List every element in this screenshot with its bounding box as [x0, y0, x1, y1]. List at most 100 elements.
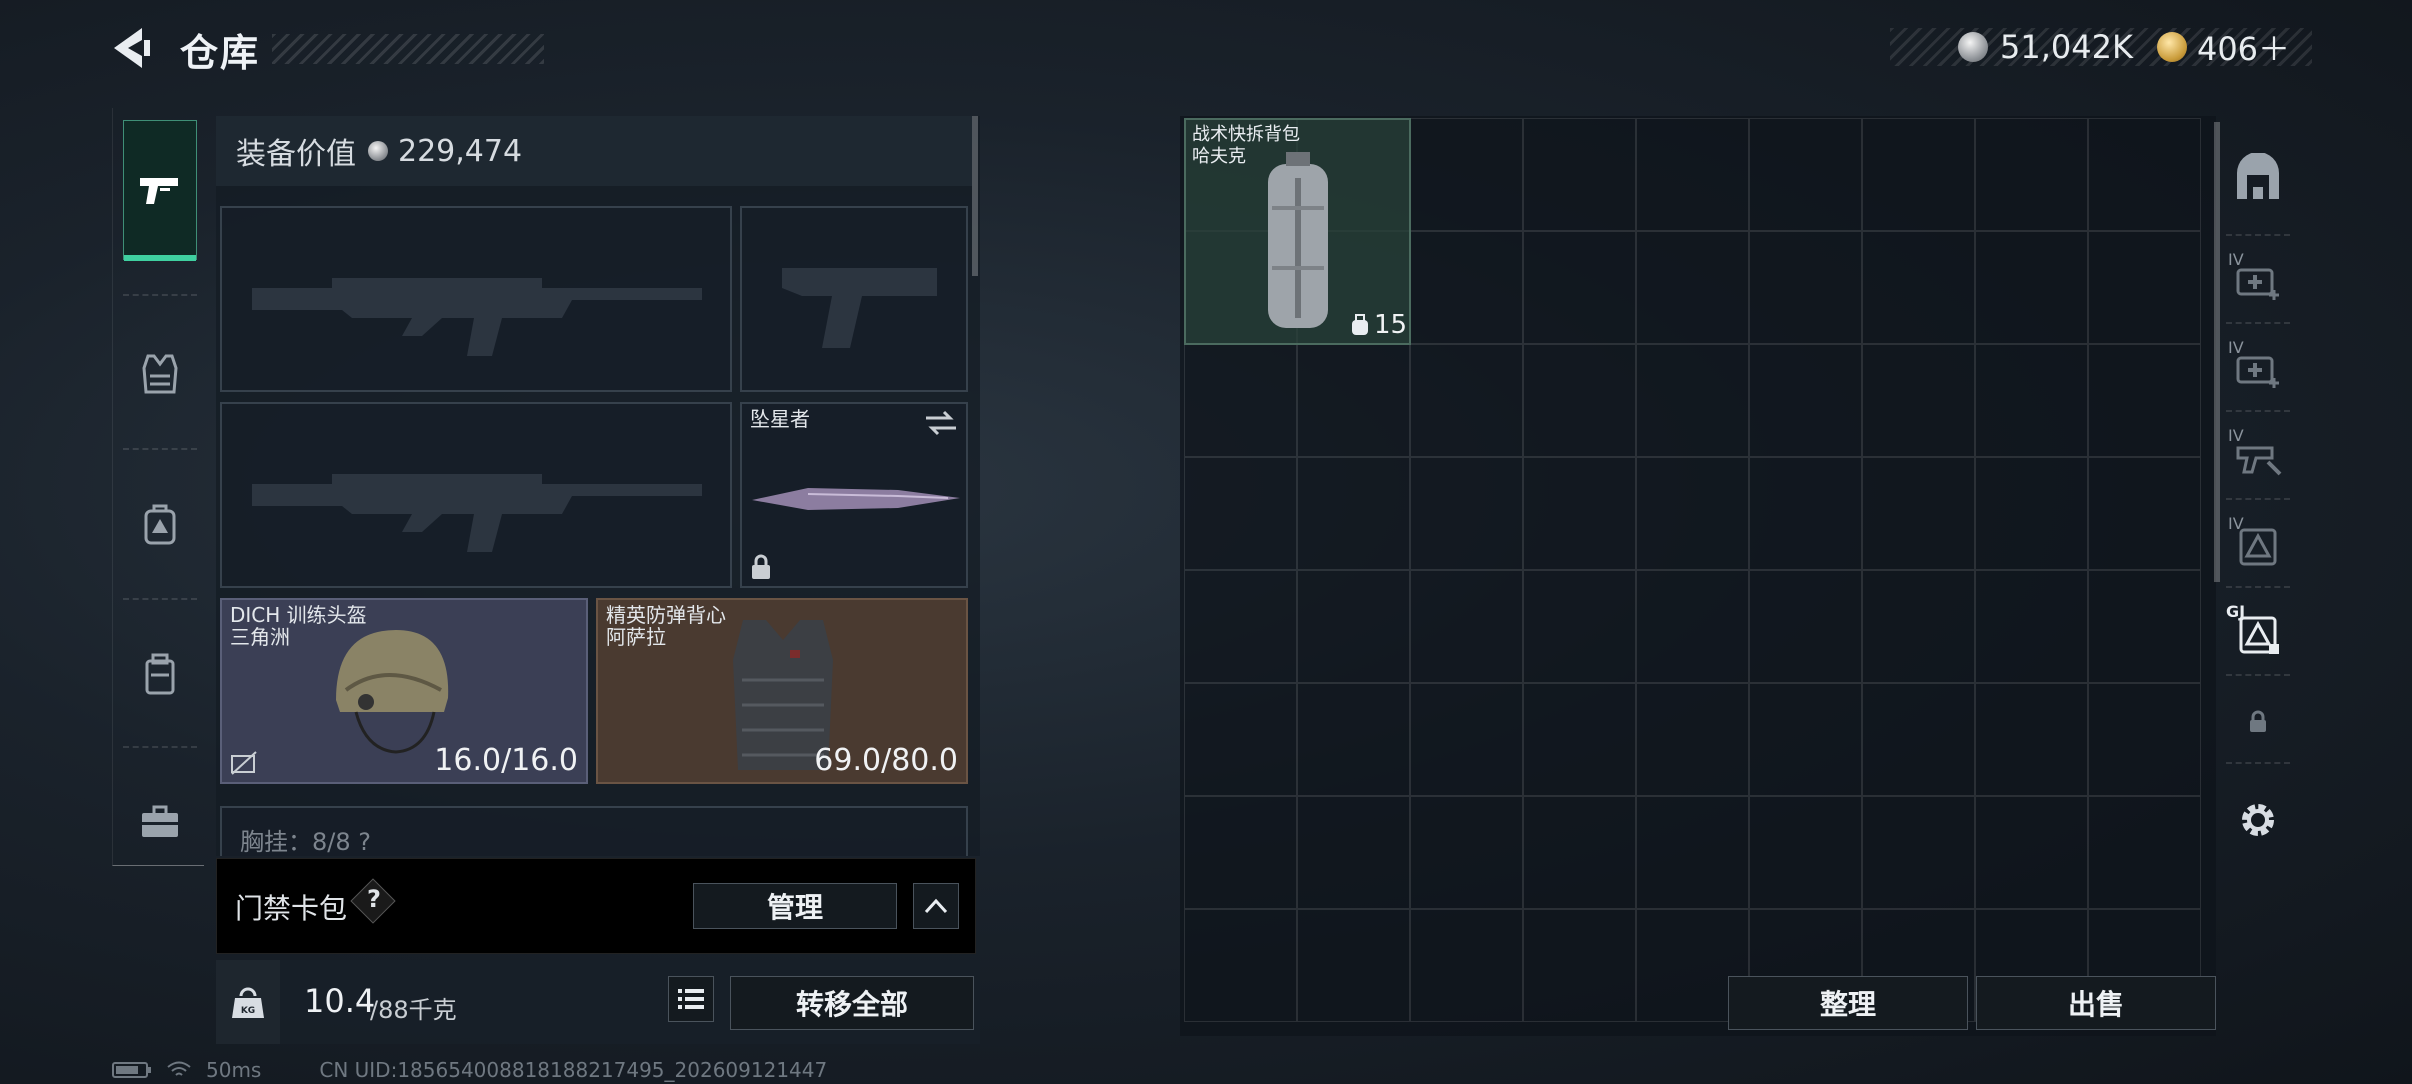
- grid-cell[interactable]: [1523, 796, 1636, 909]
- backpack-panel: 战术快拆背包 哈夫克 15 整理 出售: [1180, 116, 2216, 1036]
- grid-cell[interactable]: [2088, 344, 2201, 457]
- grid-cell[interactable]: [1523, 344, 1636, 457]
- scrollbar[interactable]: [972, 116, 978, 276]
- grid-cell[interactable]: [2088, 457, 2201, 570]
- rail-divider: [2226, 322, 2290, 324]
- grid-cell[interactable]: [1749, 118, 1862, 231]
- chest-rig-slot[interactable]: 胸挂：8/8 ?: [220, 806, 968, 856]
- grid-cell[interactable]: [1636, 683, 1749, 796]
- grid-cell[interactable]: [1862, 344, 1975, 457]
- grid-cell[interactable]: [1975, 457, 2088, 570]
- grid-cell[interactable]: [1297, 457, 1410, 570]
- grid-cell[interactable]: [1297, 570, 1410, 683]
- grid-cell[interactable]: [1975, 118, 2088, 231]
- grid-cell[interactable]: [1523, 231, 1636, 344]
- rifle-silhouette-icon: [252, 278, 702, 356]
- grid-cell[interactable]: [1636, 457, 1749, 570]
- grid-cell[interactable]: [1184, 909, 1297, 1022]
- rail-item-backpack[interactable]: [123, 454, 197, 594]
- backpack-item[interactable]: 战术快拆背包 哈夫克 15: [1184, 118, 1411, 345]
- grid-cell[interactable]: [1636, 796, 1749, 909]
- grid-cell[interactable]: [1636, 231, 1749, 344]
- grid-cell[interactable]: [1636, 344, 1749, 457]
- swap-icon[interactable]: [924, 410, 958, 436]
- collapse-button[interactable]: [913, 883, 959, 929]
- grid-cell[interactable]: [2088, 683, 2201, 796]
- grid-cell[interactable]: [1297, 683, 1410, 796]
- grid-cell[interactable]: [1184, 457, 1297, 570]
- rail-item-weapons[interactable]: [123, 120, 197, 261]
- list-view-button[interactable]: [668, 976, 714, 1022]
- grid-cell[interactable]: [1862, 118, 1975, 231]
- manage-button[interactable]: 管理: [693, 883, 897, 929]
- rail-stash[interactable]: [2212, 138, 2304, 218]
- grid-cell[interactable]: [2088, 118, 2201, 231]
- grid-cell[interactable]: [1975, 683, 2088, 796]
- sort-button[interactable]: 整理: [1728, 976, 1968, 1030]
- vest-icon: [142, 354, 178, 394]
- grid-cell[interactable]: [1636, 118, 1749, 231]
- grid-cell[interactable]: [1862, 683, 1975, 796]
- rail-item-pouch[interactable]: [123, 604, 197, 744]
- grid-cell[interactable]: [1749, 344, 1862, 457]
- grid-cell[interactable]: [1184, 796, 1297, 909]
- svg-text:KG: KG: [241, 1006, 255, 1016]
- grid-cell[interactable]: [1749, 570, 1862, 683]
- primary-weapon-slot-1[interactable]: [220, 206, 732, 392]
- grid-cell[interactable]: [1862, 231, 1975, 344]
- back-button[interactable]: [110, 26, 160, 70]
- rail-divider: [2226, 586, 2290, 588]
- grid-cell[interactable]: [1749, 231, 1862, 344]
- rail-item-vest[interactable]: [123, 304, 197, 444]
- grid-cell[interactable]: [1523, 118, 1636, 231]
- grid-cell[interactable]: [1410, 570, 1523, 683]
- rail-armor-repair[interactable]: IV: [2212, 506, 2304, 586]
- grid-cell[interactable]: [1749, 796, 1862, 909]
- grid-cell[interactable]: [2088, 231, 2201, 344]
- grid-cell[interactable]: [2088, 570, 2201, 683]
- primary-weapon-slot-2[interactable]: [220, 402, 732, 588]
- grid-cell[interactable]: [1184, 570, 1297, 683]
- grid-cell[interactable]: [1636, 570, 1749, 683]
- rail-medkit-1[interactable]: IV: [2212, 242, 2304, 322]
- transfer-all-button[interactable]: 转移全部: [730, 976, 974, 1030]
- grid-cell[interactable]: [1410, 457, 1523, 570]
- grid-cell[interactable]: [1975, 231, 2088, 344]
- grid-cell[interactable]: [1749, 457, 1862, 570]
- grid-cell[interactable]: [1297, 796, 1410, 909]
- settings-button[interactable]: [2212, 780, 2304, 860]
- sell-button[interactable]: 出售: [1976, 976, 2216, 1030]
- grid-cell[interactable]: [1410, 231, 1523, 344]
- rail-medkit-2[interactable]: IV: [2212, 330, 2304, 410]
- grid-cell[interactable]: [1523, 570, 1636, 683]
- grid-cell[interactable]: [1975, 796, 2088, 909]
- grid-cell[interactable]: [1975, 570, 2088, 683]
- grid-cell[interactable]: [2088, 796, 2201, 909]
- gold-amount[interactable]: 406＋: [2197, 24, 2290, 70]
- rail-gun-repair[interactable]: IV: [2212, 418, 2304, 498]
- grid-cell[interactable]: [1523, 909, 1636, 1022]
- grid-cell[interactable]: [1862, 457, 1975, 570]
- gear-icon: [2242, 804, 2274, 836]
- melee-slot[interactable]: 坠星者: [740, 402, 968, 588]
- grid-cell[interactable]: [1410, 796, 1523, 909]
- grid-cell[interactable]: [1297, 909, 1410, 1022]
- grid-cell[interactable]: [1862, 796, 1975, 909]
- grid-cell[interactable]: [1410, 344, 1523, 457]
- rail-item-case[interactable]: [123, 752, 197, 892]
- grid-cell[interactable]: [1749, 683, 1862, 796]
- grid-cell[interactable]: [1184, 683, 1297, 796]
- rail-armor-slot[interactable]: GJ: [2212, 594, 2304, 674]
- grid-cell[interactable]: [1410, 118, 1523, 231]
- grid-cell[interactable]: [1975, 344, 2088, 457]
- grid-cell[interactable]: [1862, 570, 1975, 683]
- grid-cell[interactable]: [1523, 457, 1636, 570]
- grid-cell[interactable]: [1410, 909, 1523, 1022]
- sidearm-slot[interactable]: [740, 206, 968, 392]
- grid-cell[interactable]: [1523, 683, 1636, 796]
- grid-cell[interactable]: [1410, 683, 1523, 796]
- grid-cell[interactable]: [1297, 344, 1410, 457]
- armor-slot[interactable]: 精英防弹背心 阿萨拉 69.0/80.0: [596, 598, 968, 784]
- grid-cell[interactable]: [1184, 344, 1297, 457]
- helmet-slot[interactable]: DICH 训练头盔 三角洲 16.0/16.0: [220, 598, 588, 784]
